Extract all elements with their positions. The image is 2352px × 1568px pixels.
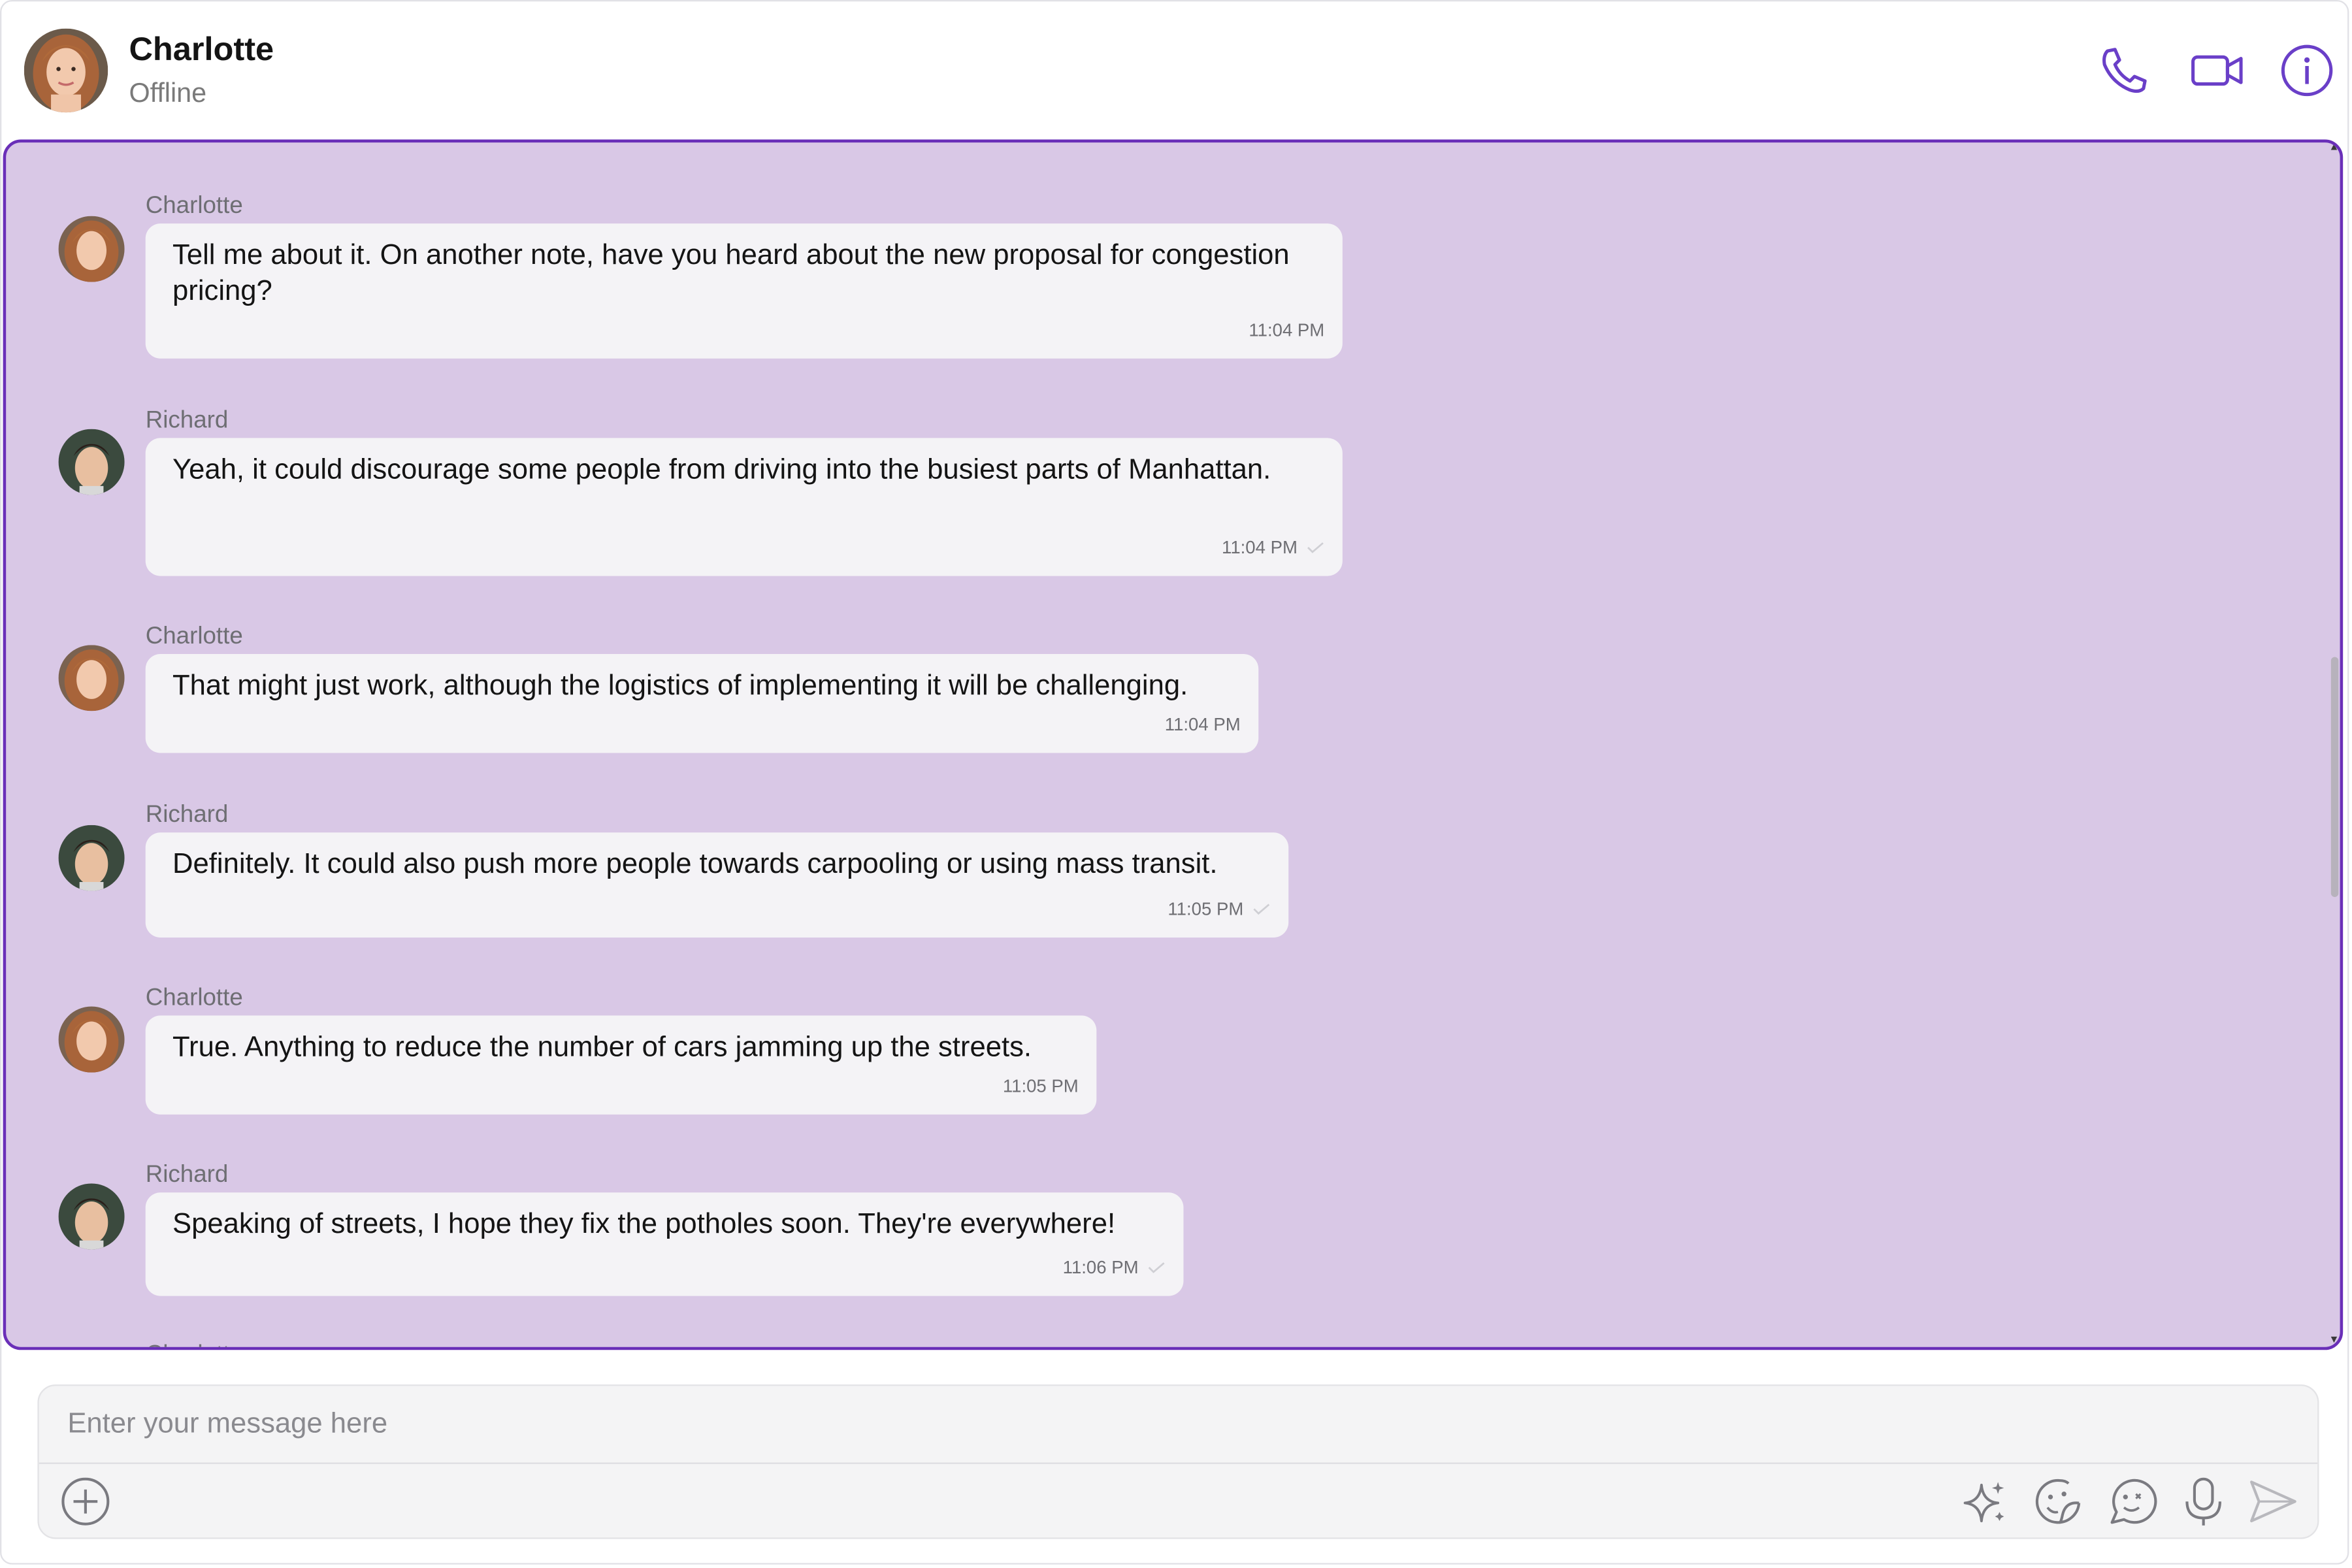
message-composer	[37, 1384, 2319, 1539]
message-text: Yeah, it could discourage some people fr…	[172, 454, 1271, 486]
sender-name: Charlotte	[146, 1343, 243, 1347]
send-icon[interactable]	[2244, 1473, 2301, 1530]
timestamp: 11:04 PM	[1222, 536, 1298, 559]
timestamp: 11:05 PM	[1168, 898, 1244, 920]
sticker-icon[interactable]	[2029, 1473, 2086, 1530]
message-time: 11:04 PM	[1165, 714, 1241, 735]
scrollbar-thumb[interactable]	[2330, 657, 2339, 897]
sender-name: Charlotte	[145, 624, 243, 650]
message-time: 11:05 PM	[1168, 898, 1270, 919]
message-bubble[interactable]: Definitely. It could also push more peop…	[145, 832, 1289, 938]
message-text: That might just work, although the logis…	[172, 670, 1188, 702]
video-camera-icon[interactable]	[2187, 41, 2247, 101]
sparkle-icon[interactable]	[1956, 1473, 2013, 1530]
contact-status: Offline	[129, 78, 207, 108]
message-bubble	[148, 140, 1341, 143]
avatar[interactable]	[24, 28, 108, 113]
message-time: 11:04 PM	[1222, 537, 1324, 558]
avatar[interactable]	[58, 825, 125, 891]
message-bubble[interactable]: Tell me about it. On another note, have …	[145, 223, 1343, 359]
sender-name: Richard	[145, 1162, 229, 1188]
message-time: 11:05 PM	[1003, 1075, 1079, 1096]
message-time: 11:06 PM	[1063, 1257, 1166, 1278]
scroll-down-arrow[interactable]: ▼	[2328, 1335, 2340, 1347]
message-bubble[interactable]: True. Anything to reduce the number of c…	[145, 1015, 1097, 1115]
timestamp: 11:04 PM	[1164, 713, 1241, 735]
avatar[interactable]	[58, 216, 125, 282]
message-text: True. Anything to reduce the number of c…	[172, 1032, 1032, 1064]
message-list[interactable]: Charlotte Tell me about it. On another n…	[3, 139, 2344, 1350]
microphone-icon[interactable]	[2175, 1473, 2232, 1530]
timestamp: 11:05 PM	[1002, 1075, 1079, 1097]
scroll-up-arrow[interactable]: ▲	[2328, 142, 2340, 154]
avatar[interactable]	[58, 1183, 125, 1250]
message-bubble[interactable]: Yeah, it could discourage some people fr…	[145, 438, 1343, 576]
composer-divider	[39, 1462, 2318, 1464]
message-text: Definitely. It could also push more peop…	[172, 849, 1218, 881]
sender-name: Charlotte	[145, 193, 243, 220]
avatar[interactable]	[58, 429, 125, 495]
sender-name: Richard	[145, 802, 229, 828]
message-text: Tell me about it. On another note, have …	[172, 240, 1290, 308]
chat-window: Charlotte Offline Charlotte Tell me abou…	[0, 0, 2352, 1568]
sender-name: Charlotte	[145, 985, 243, 1011]
message-time: 11:04 PM	[1249, 319, 1324, 340]
avatar[interactable]	[58, 645, 125, 711]
timestamp: 11:04 PM	[1249, 319, 1325, 341]
plus-circle-icon[interactable]	[57, 1473, 114, 1530]
message-bubble[interactable]: Speaking of streets, I hope they fix the…	[145, 1192, 1184, 1296]
phone-icon[interactable]	[2094, 41, 2154, 101]
emoji-icon[interactable]	[2103, 1473, 2160, 1530]
scrollbar[interactable]: ▲ ▼	[2328, 142, 2340, 1347]
info-icon[interactable]	[2277, 41, 2337, 101]
contact-name: Charlotte	[129, 29, 274, 68]
sender-name: Richard	[145, 408, 229, 434]
read-receipt-icon	[1307, 542, 1324, 553]
message-bubble[interactable]: That might just work, although the logis…	[145, 654, 1259, 753]
avatar[interactable]	[58, 1006, 125, 1073]
message-input[interactable]	[39, 1386, 2318, 1464]
read-receipt-icon	[1253, 904, 1270, 915]
chat-header: Charlotte Offline	[0, 0, 2352, 141]
read-receipt-icon	[1148, 1262, 1165, 1273]
message-text: Speaking of streets, I hope they fix the…	[172, 1209, 1116, 1241]
timestamp: 11:06 PM	[1062, 1256, 1139, 1279]
